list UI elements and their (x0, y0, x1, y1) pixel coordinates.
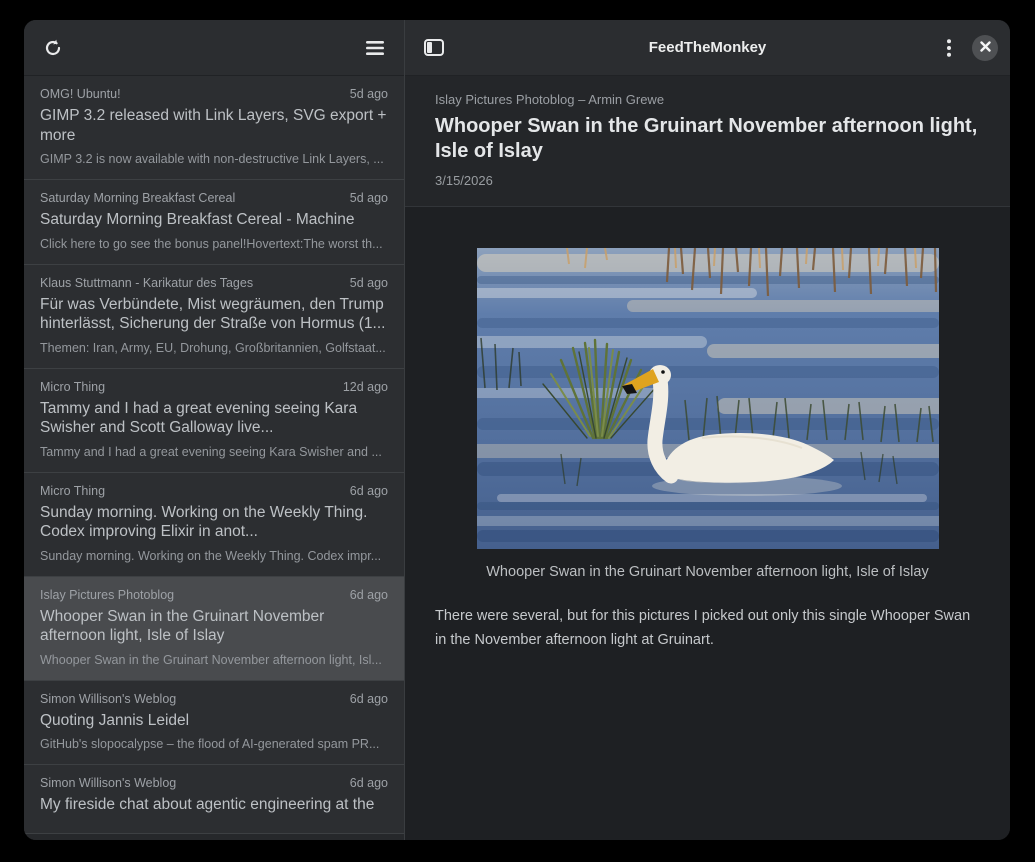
article-figure: Whooper Swan in the Gruinart November af… (477, 248, 939, 580)
article-toolbar: FeedTheMonkey (405, 20, 1010, 76)
feed-timestamp: 5d ago (350, 191, 388, 205)
feed-source: Simon Willison's Weblog (40, 776, 342, 790)
feed-item-summary: GIMP 3.2 is now available with non-destr… (40, 151, 388, 167)
swan-photo (477, 248, 939, 549)
toolbar-actions (932, 31, 998, 65)
feed-list: OMG! Ubuntu! 5d ago GIMP 3.2 released wi… (24, 76, 404, 840)
app-title: FeedTheMonkey (649, 39, 767, 56)
feed-item-summary: Themen: Iran, Army, EU, Drohung, Großbri… (40, 340, 388, 356)
feed-timestamp: 6d ago (350, 692, 388, 706)
close-button[interactable] (972, 35, 998, 61)
feed-item-title: Quoting Jannis Leidel (40, 711, 388, 731)
feed-item-title: Sunday morning. Working on the Weekly Th… (40, 503, 388, 542)
feed-item-summary: Whooper Swan in the Gruinart November af… (40, 652, 388, 668)
feed-source: Saturday Morning Breakfast Cereal (40, 191, 342, 205)
app-window: OMG! Ubuntu! 5d ago GIMP 3.2 released wi… (24, 20, 1010, 840)
more-menu-button[interactable] (932, 31, 966, 65)
feed-item-title: Whooper Swan in the Gruinart November af… (40, 607, 388, 646)
desktop-background: OMG! Ubuntu! 5d ago GIMP 3.2 released wi… (0, 0, 1035, 862)
feed-item-title: GIMP 3.2 released with Link Layers, SVG … (40, 106, 388, 145)
feed-item-meta: Islay Pictures Photoblog 6d ago (40, 588, 388, 602)
feed-item-meta: Simon Willison's Weblog 6d ago (40, 692, 388, 706)
feed-timestamp: 6d ago (350, 776, 388, 790)
feed-list-item[interactable]: OMG! Ubuntu! 5d ago GIMP 3.2 released wi… (24, 76, 404, 180)
feed-source: Micro Thing (40, 380, 335, 394)
feed-timestamp: 5d ago (350, 87, 388, 101)
feed-list-item[interactable]: Klaus Stuttmann - Karikatur des Tages 5d… (24, 265, 404, 369)
feed-item-meta: Simon Willison's Weblog 6d ago (40, 776, 388, 790)
feed-item-meta: Micro Thing 6d ago (40, 484, 388, 498)
feed-list-item[interactable]: Micro Thing 6d ago Sunday morning. Worki… (24, 473, 404, 577)
feed-item-meta: Klaus Stuttmann - Karikatur des Tages 5d… (40, 276, 388, 290)
feed-timestamp: 6d ago (350, 484, 388, 498)
feed-item-summary: GitHub's slopocalypse – the flood of AI-… (40, 736, 388, 752)
article-header: Islay Pictures Photoblog – Armin Grewe W… (405, 76, 1010, 207)
kebab-menu-icon (947, 39, 951, 57)
refresh-icon (43, 38, 63, 58)
feed-item-meta: Micro Thing 12d ago (40, 380, 388, 394)
article-paragraph: There were several, but for this picture… (435, 604, 975, 652)
feed-item-summary: Click here to go see the bonus panel!Hov… (40, 236, 388, 252)
sidebar-toggle-button[interactable] (417, 31, 451, 65)
refresh-button[interactable] (36, 31, 70, 65)
feed-item-title: Tammy and I had a great evening seeing K… (40, 399, 388, 438)
feed-item-title: Für was Verbündete, Mist wegräumen, den … (40, 295, 388, 334)
hamburger-icon (365, 40, 385, 56)
feed-list-item[interactable]: Islay Pictures Photoblog 6d ago Whooper … (24, 577, 404, 681)
feed-item-summary: Sunday morning. Working on the Weekly Th… (40, 548, 388, 564)
feed-list-item[interactable]: Saturday Morning Breakfast Cereal 5d ago… (24, 180, 404, 265)
menu-button[interactable] (358, 31, 392, 65)
feed-list-item[interactable]: Micro Thing 12d ago Tammy and I had a gr… (24, 369, 404, 473)
feed-source: Klaus Stuttmann - Karikatur des Tages (40, 276, 342, 290)
feed-source: Simon Willison's Weblog (40, 692, 342, 706)
feed-timestamp: 5d ago (350, 276, 388, 290)
feed-list-item[interactable]: Simon Willison's Weblog 6d ago Quoting J… (24, 681, 404, 766)
article-source: Islay Pictures Photoblog – Armin Grewe (435, 92, 980, 107)
article-date: 3/15/2026 (435, 173, 980, 188)
feed-list-pane: OMG! Ubuntu! 5d ago GIMP 3.2 released wi… (24, 20, 405, 840)
feed-list-item[interactable]: Simon Willison's Weblog 6d ago My firesi… (24, 765, 404, 834)
article-title: Whooper Swan in the Gruinart November af… (435, 114, 980, 164)
list-toolbar (24, 20, 404, 76)
close-icon (980, 40, 991, 55)
article-pane: FeedTheMonkey (405, 20, 1010, 840)
feed-item-summary: Tammy and I had a great evening seeing K… (40, 444, 388, 460)
feed-timestamp: 12d ago (343, 380, 388, 394)
feed-item-title: My fireside chat about agentic engineeri… (40, 795, 388, 815)
sidebar-toggle-icon (424, 39, 444, 56)
feed-item-meta: Saturday Morning Breakfast Cereal 5d ago (40, 191, 388, 205)
feed-source: Islay Pictures Photoblog (40, 588, 342, 602)
feed-source: OMG! Ubuntu! (40, 87, 342, 101)
article-body: Whooper Swan in the Gruinart November af… (405, 207, 1010, 840)
image-caption: Whooper Swan in the Gruinart November af… (477, 564, 939, 580)
feed-timestamp: 6d ago (350, 588, 388, 602)
feed-item-title: Saturday Morning Breakfast Cereal - Mach… (40, 210, 388, 230)
feed-item-meta: OMG! Ubuntu! 5d ago (40, 87, 388, 101)
feed-source: Micro Thing (40, 484, 342, 498)
